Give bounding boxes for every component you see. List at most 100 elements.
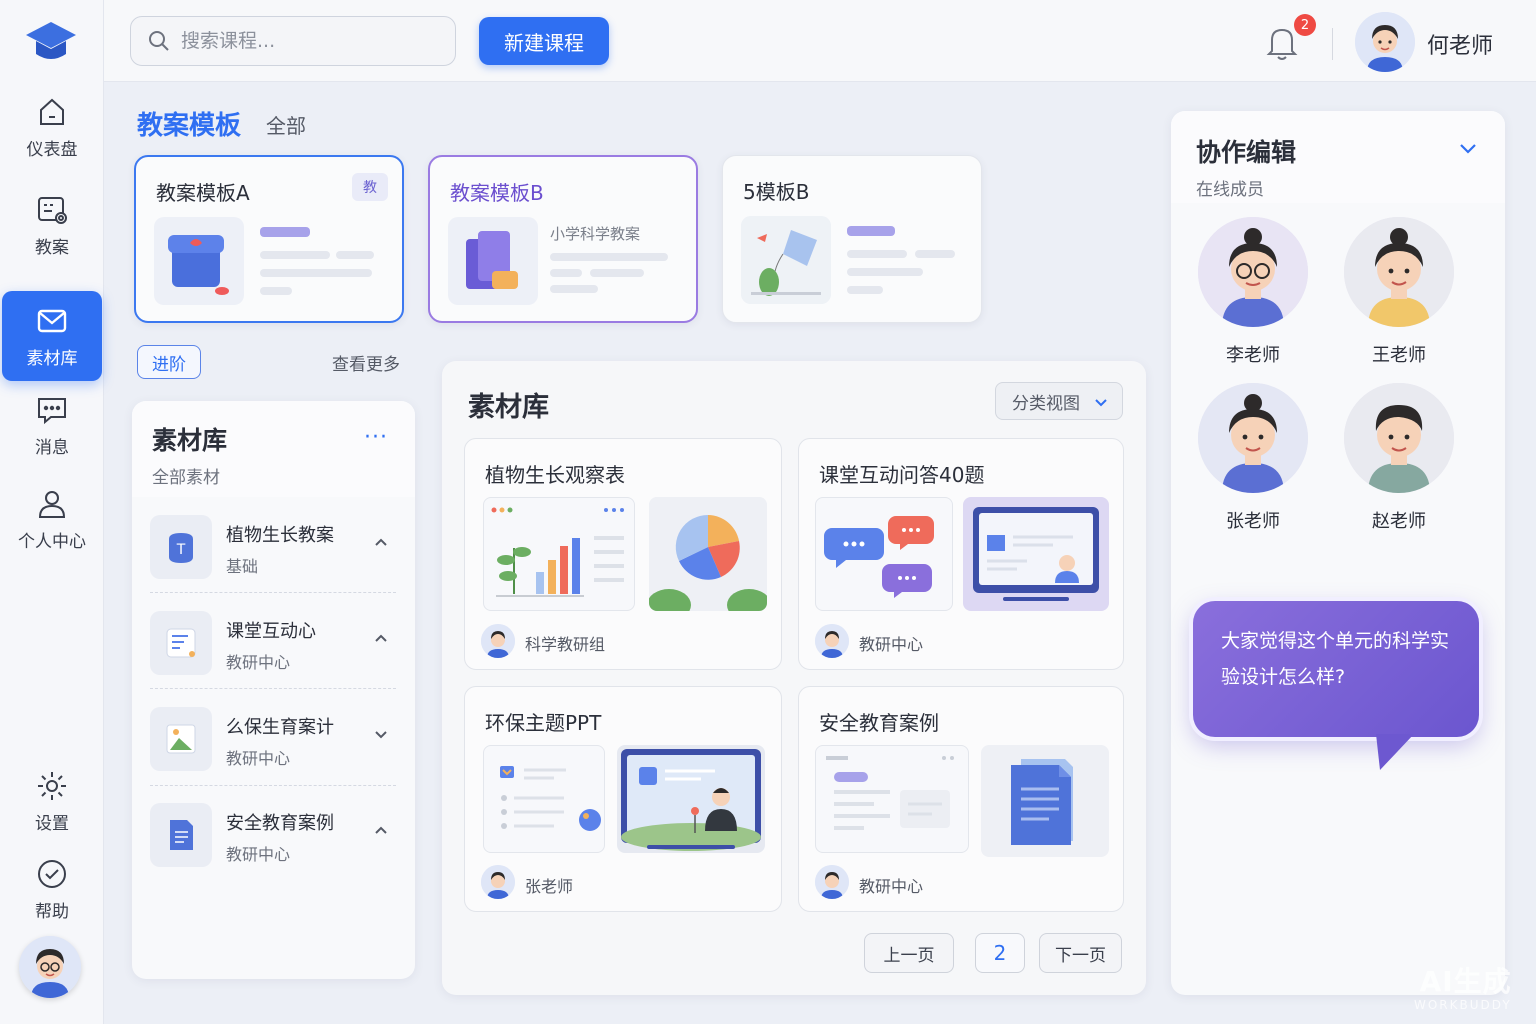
material-card[interactable]: 安全教育案例 教研中心 bbox=[798, 686, 1124, 912]
material-preview bbox=[815, 745, 969, 853]
notes-icon bbox=[166, 628, 196, 658]
man-avatar-icon bbox=[1344, 383, 1454, 493]
member-name: 李老师 bbox=[1226, 345, 1280, 366]
template-thumbnail bbox=[741, 216, 831, 304]
placeholder-bar bbox=[260, 269, 372, 277]
next-page-button[interactable]: 下一页 bbox=[1039, 933, 1122, 973]
category-view-select[interactable]: 分类视图 bbox=[995, 382, 1123, 420]
nav-materials[interactable]: 素材库 bbox=[2, 291, 102, 381]
template-name: 教案模板B bbox=[450, 181, 544, 205]
material-title: 环保主题PPT bbox=[485, 711, 602, 735]
author-name: 教研中心 bbox=[859, 877, 924, 896]
member-name: 王老师 bbox=[1372, 345, 1426, 366]
nav-label: 帮助 bbox=[35, 901, 69, 922]
material-preview bbox=[483, 497, 635, 611]
chevron-up-icon[interactable] bbox=[372, 533, 390, 551]
material-thumbnail bbox=[150, 707, 212, 771]
nav-label: 个人中心 bbox=[18, 531, 86, 552]
user-name[interactable]: 何老师 bbox=[1427, 28, 1493, 60]
material-name: 安全教育案例 bbox=[226, 813, 334, 834]
chevron-down-icon[interactable] bbox=[1457, 137, 1479, 159]
nav-label: 消息 bbox=[35, 437, 69, 458]
search-box[interactable] bbox=[130, 16, 456, 66]
filter-all[interactable]: 全部 bbox=[266, 110, 306, 139]
material-name: 植物生长教案 bbox=[226, 525, 334, 546]
list-item[interactable]: 安全教育案例 教研中心 bbox=[148, 795, 400, 875]
author-avatar bbox=[481, 624, 515, 658]
template-card-a[interactable]: 教案模板A 教 bbox=[134, 155, 404, 323]
nav-settings[interactable]: 设置 bbox=[2, 756, 102, 846]
author-name: 张老师 bbox=[525, 877, 574, 896]
list-item[interactable]: 课堂互动心 教研中心 bbox=[148, 603, 400, 683]
notification-badge: 2 bbox=[1294, 14, 1316, 36]
lesson-plan-icon bbox=[38, 196, 67, 224]
mail-icon bbox=[37, 309, 67, 332]
chevron-down-icon[interactable] bbox=[372, 725, 390, 743]
divider bbox=[150, 592, 396, 593]
member-zhao[interactable]: 赵老师 bbox=[1343, 383, 1455, 533]
search-input[interactable] bbox=[181, 30, 431, 52]
pie-chart-illustration-icon bbox=[649, 497, 767, 611]
member-li[interactable]: 李老师 bbox=[1197, 217, 1309, 367]
nav-profile[interactable]: 个人中心 bbox=[2, 474, 102, 564]
new-course-button[interactable]: 新建课程 bbox=[479, 17, 609, 65]
avatar[interactable] bbox=[19, 936, 81, 998]
material-category: 教研中心 bbox=[226, 653, 291, 672]
chevron-down-icon bbox=[1095, 399, 1107, 407]
material-name: 么保生育案计 bbox=[226, 717, 334, 738]
nav-messages[interactable]: 消息 bbox=[2, 380, 102, 470]
home-icon bbox=[40, 98, 64, 125]
advanced-button[interactable]: 进阶 bbox=[137, 345, 201, 379]
placeholder-bar bbox=[915, 250, 955, 258]
material-preview bbox=[981, 745, 1109, 857]
current-page-button[interactable]: 2 bbox=[975, 933, 1025, 973]
template-card-b[interactable]: 教案模板B 小学科学教案 bbox=[428, 155, 698, 323]
list-item[interactable]: T 植物生长教案 基础 bbox=[148, 507, 400, 587]
member-wang[interactable]: 王老师 bbox=[1343, 217, 1455, 367]
list-item[interactable]: 么保生育案计 教研中心 bbox=[148, 699, 400, 779]
chevron-up-icon[interactable] bbox=[372, 629, 390, 647]
material-title: 安全教育案例 bbox=[819, 711, 939, 735]
panel-title: 素材库 bbox=[468, 392, 549, 423]
ai-generated-watermark: AI生成 WORKBUDDY bbox=[1414, 960, 1512, 1012]
template-name: 5模板B bbox=[743, 180, 810, 204]
panel-subtitle: 在线成员 bbox=[1196, 180, 1264, 200]
person-avatar-icon bbox=[815, 865, 849, 899]
material-card[interactable]: 环保主题PPT 张老师 bbox=[464, 686, 782, 912]
person-avatar-icon bbox=[481, 624, 515, 658]
woman-avatar-icon bbox=[1344, 217, 1454, 327]
template-thumbnail bbox=[448, 217, 538, 305]
more-options-button[interactable]: ··· bbox=[364, 425, 388, 450]
placeholder-bar bbox=[590, 269, 644, 277]
material-category: 教研中心 bbox=[226, 845, 291, 864]
material-title: 植物生长观察表 bbox=[485, 463, 625, 487]
person-avatar-icon bbox=[481, 865, 515, 899]
member-zhang[interactable]: 张老师 bbox=[1197, 383, 1309, 533]
nav-dashboard[interactable]: 仪表盘 bbox=[2, 82, 102, 172]
chat-message-bubble[interactable]: 大家觉得这个单元的科学实验设计怎么样? bbox=[1193, 601, 1479, 737]
material-preview bbox=[815, 497, 953, 611]
material-category: 教研中心 bbox=[226, 749, 291, 768]
nav-help[interactable]: 帮助 bbox=[2, 844, 102, 934]
template-card-c[interactable]: 5模板B bbox=[722, 155, 982, 323]
watermark-text: AI生成 bbox=[1419, 965, 1512, 998]
speech-bubble-tail bbox=[1376, 734, 1414, 770]
material-card[interactable]: 植物生长观察表 科学教研组 bbox=[464, 438, 782, 670]
graduation-cap-logo-icon[interactable] bbox=[24, 18, 78, 68]
author-avatar bbox=[815, 624, 849, 658]
view-more-link[interactable]: 查看更多 bbox=[332, 350, 400, 375]
help-icon bbox=[38, 859, 66, 888]
chevron-up-icon[interactable] bbox=[372, 821, 390, 839]
material-card[interactable]: 课堂互动问答40题 教研中心 bbox=[798, 438, 1124, 670]
box-illustration-icon bbox=[168, 235, 229, 295]
author-name: 科学教研组 bbox=[525, 635, 606, 654]
nav-label: 教案 bbox=[35, 237, 69, 258]
nav-lesson-plans[interactable]: 教案 bbox=[2, 180, 102, 270]
material-thumbnail: T bbox=[150, 515, 212, 579]
prev-page-button[interactable]: 上一页 bbox=[864, 933, 954, 973]
section-title-templates[interactable]: 教案模板 bbox=[137, 105, 241, 142]
user-avatar[interactable] bbox=[1355, 12, 1415, 72]
placeholder-bar bbox=[260, 287, 292, 295]
user-icon bbox=[38, 490, 66, 518]
material-preview bbox=[483, 745, 605, 853]
